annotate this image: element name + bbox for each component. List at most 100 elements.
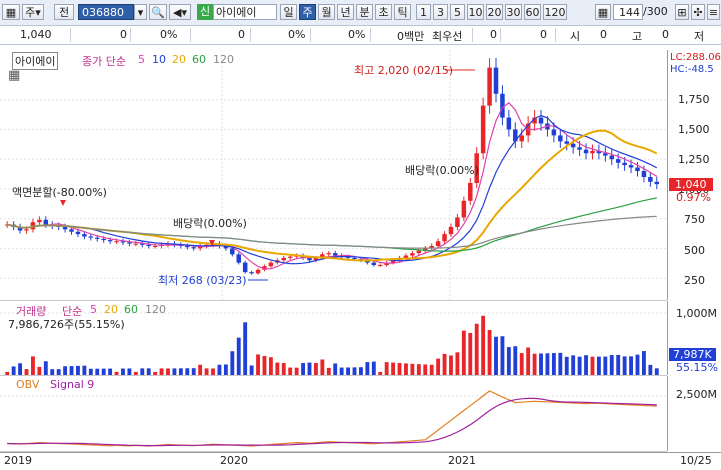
candle-body: [152, 246, 158, 247]
best-ask: 0: [490, 28, 497, 41]
table-icon[interactable]: ▦: [8, 68, 20, 83]
obv-pane[interactable]: OBV Signal 9: [0, 376, 667, 452]
volume-bar: [69, 366, 74, 375]
period-month[interactable]: 월: [318, 4, 335, 20]
search-icon[interactable]: 🔍: [149, 4, 167, 20]
vol-ma5-label: 5: [90, 303, 97, 316]
volume-bar: [346, 367, 351, 375]
obv-tick-2500m: 2,500M: [676, 388, 717, 401]
candle-body: [538, 117, 544, 124]
volume-bar: [352, 367, 357, 375]
candle-body: [352, 257, 357, 260]
candle-body: [648, 177, 653, 182]
obv-chart[interactable]: [0, 376, 667, 451]
candle-body: [628, 165, 634, 168]
candle-body: [461, 200, 467, 218]
volume-bar: [320, 359, 325, 375]
candle-body: [590, 150, 595, 154]
period-tick[interactable]: 틱: [394, 4, 411, 20]
candle-body: [622, 162, 627, 166]
turnover-pct: 0%: [348, 28, 366, 41]
price-pane[interactable]: 아이에이 종가 단순 5 10 20 60 120 ▦ 최고 2,020 (02…: [0, 50, 667, 301]
interval-60[interactable]: 60: [524, 4, 541, 20]
x-tick-last: 10/25: [680, 454, 712, 467]
volume-value: 7,986,726주(55.15%): [8, 318, 125, 331]
volume-bar: [577, 356, 582, 375]
volume-bar: [24, 369, 29, 375]
interval-10[interactable]: 10: [467, 4, 484, 20]
period-minute[interactable]: 분: [356, 4, 373, 20]
period-week[interactable]: 주: [299, 4, 316, 20]
open-label: 시: [570, 30, 581, 43]
volume-bar: [339, 367, 344, 375]
volume-bar: [404, 363, 408, 375]
x-tick-2021: 2021: [448, 454, 476, 467]
volume-bar: [159, 368, 164, 375]
volume-bar: [11, 366, 16, 375]
volume-bar: [513, 346, 518, 375]
interval-30[interactable]: 30: [505, 4, 522, 20]
dividend-annotation-1: 배당락(0.00%): [173, 217, 247, 230]
dividend-annotation-2: 배당락(0.00%): [405, 164, 479, 177]
candle-body: [242, 262, 248, 273]
volume-bar: [648, 364, 653, 375]
volume-bar: [243, 322, 248, 375]
grid-icon[interactable]: ⊞: [675, 4, 689, 20]
options-icon[interactable]: ≡: [707, 4, 720, 20]
interval-3[interactable]: 3: [433, 4, 448, 20]
interval-5[interactable]: 5: [450, 4, 465, 20]
low-label: 저: [694, 30, 705, 43]
candle-body: [558, 135, 563, 142]
period-year[interactable]: 년: [337, 4, 354, 20]
candle-body: [82, 234, 87, 237]
interval-1[interactable]: 1: [416, 4, 431, 20]
prev-button[interactable]: 전: [54, 4, 74, 20]
price-chart[interactable]: [0, 50, 667, 300]
candle-body: [635, 167, 640, 172]
mode-badge[interactable]: 신: [197, 4, 213, 20]
price-y-axis: LC:288.06 HC:-48.5 1,750 1,500 1,250 1,0…: [667, 50, 721, 300]
count-field[interactable]: 144: [613, 4, 643, 20]
crosshair-icon[interactable]: ✣: [691, 4, 705, 20]
volume-bar: [442, 353, 447, 375]
volume-bar: [133, 371, 138, 375]
chart-settings-icon[interactable]: ▦: [2, 4, 20, 20]
speaker-icon[interactable]: ◀▾: [169, 4, 191, 20]
candle-body: [435, 241, 441, 246]
ma60-label: 60: [192, 53, 206, 66]
interval-20[interactable]: 20: [486, 4, 503, 20]
y-tick-750: 750: [684, 213, 705, 226]
volume-bar: [481, 315, 486, 375]
amount-value: 0백만: [397, 30, 425, 43]
code-dropdown-icon[interactable]: ▾: [134, 4, 147, 20]
volume-bar: [333, 363, 338, 375]
volume-bar: [281, 363, 286, 375]
candle-body: [603, 153, 608, 156]
volume-bar: [378, 371, 383, 375]
candle-body: [577, 147, 582, 150]
volume-bar: [82, 365, 87, 375]
candle-body: [506, 117, 512, 130]
volume-bar: [223, 364, 228, 375]
volume-bar: [629, 356, 633, 375]
ma10-label: 10: [152, 53, 166, 66]
period-day[interactable]: 일: [280, 4, 297, 20]
volume-chart[interactable]: [0, 301, 667, 375]
obv-y-axis: 2,500M: [667, 376, 721, 451]
candle-body: [268, 262, 274, 267]
calendar-icon[interactable]: ▦: [595, 4, 611, 20]
volume-bar: [532, 353, 537, 375]
candle-body: [230, 248, 235, 255]
volume-bar: [539, 353, 543, 375]
code-input[interactable]: 036880: [78, 4, 134, 20]
stock-name-field[interactable]: 아이에이: [213, 4, 277, 20]
market-select[interactable]: 주▾: [22, 4, 44, 20]
candle-body: [615, 159, 621, 163]
volume-bar: [56, 369, 61, 375]
volume-bar: [590, 356, 595, 375]
period-second[interactable]: 초: [375, 4, 392, 20]
volume-pane[interactable]: 거래량 단순 5 20 60 120 7,986,726주(55.15%): [0, 301, 667, 376]
ma5-label: 5: [138, 53, 145, 66]
interval-120[interactable]: 120: [543, 4, 567, 20]
hc-label: HC:-48.5: [670, 64, 714, 75]
